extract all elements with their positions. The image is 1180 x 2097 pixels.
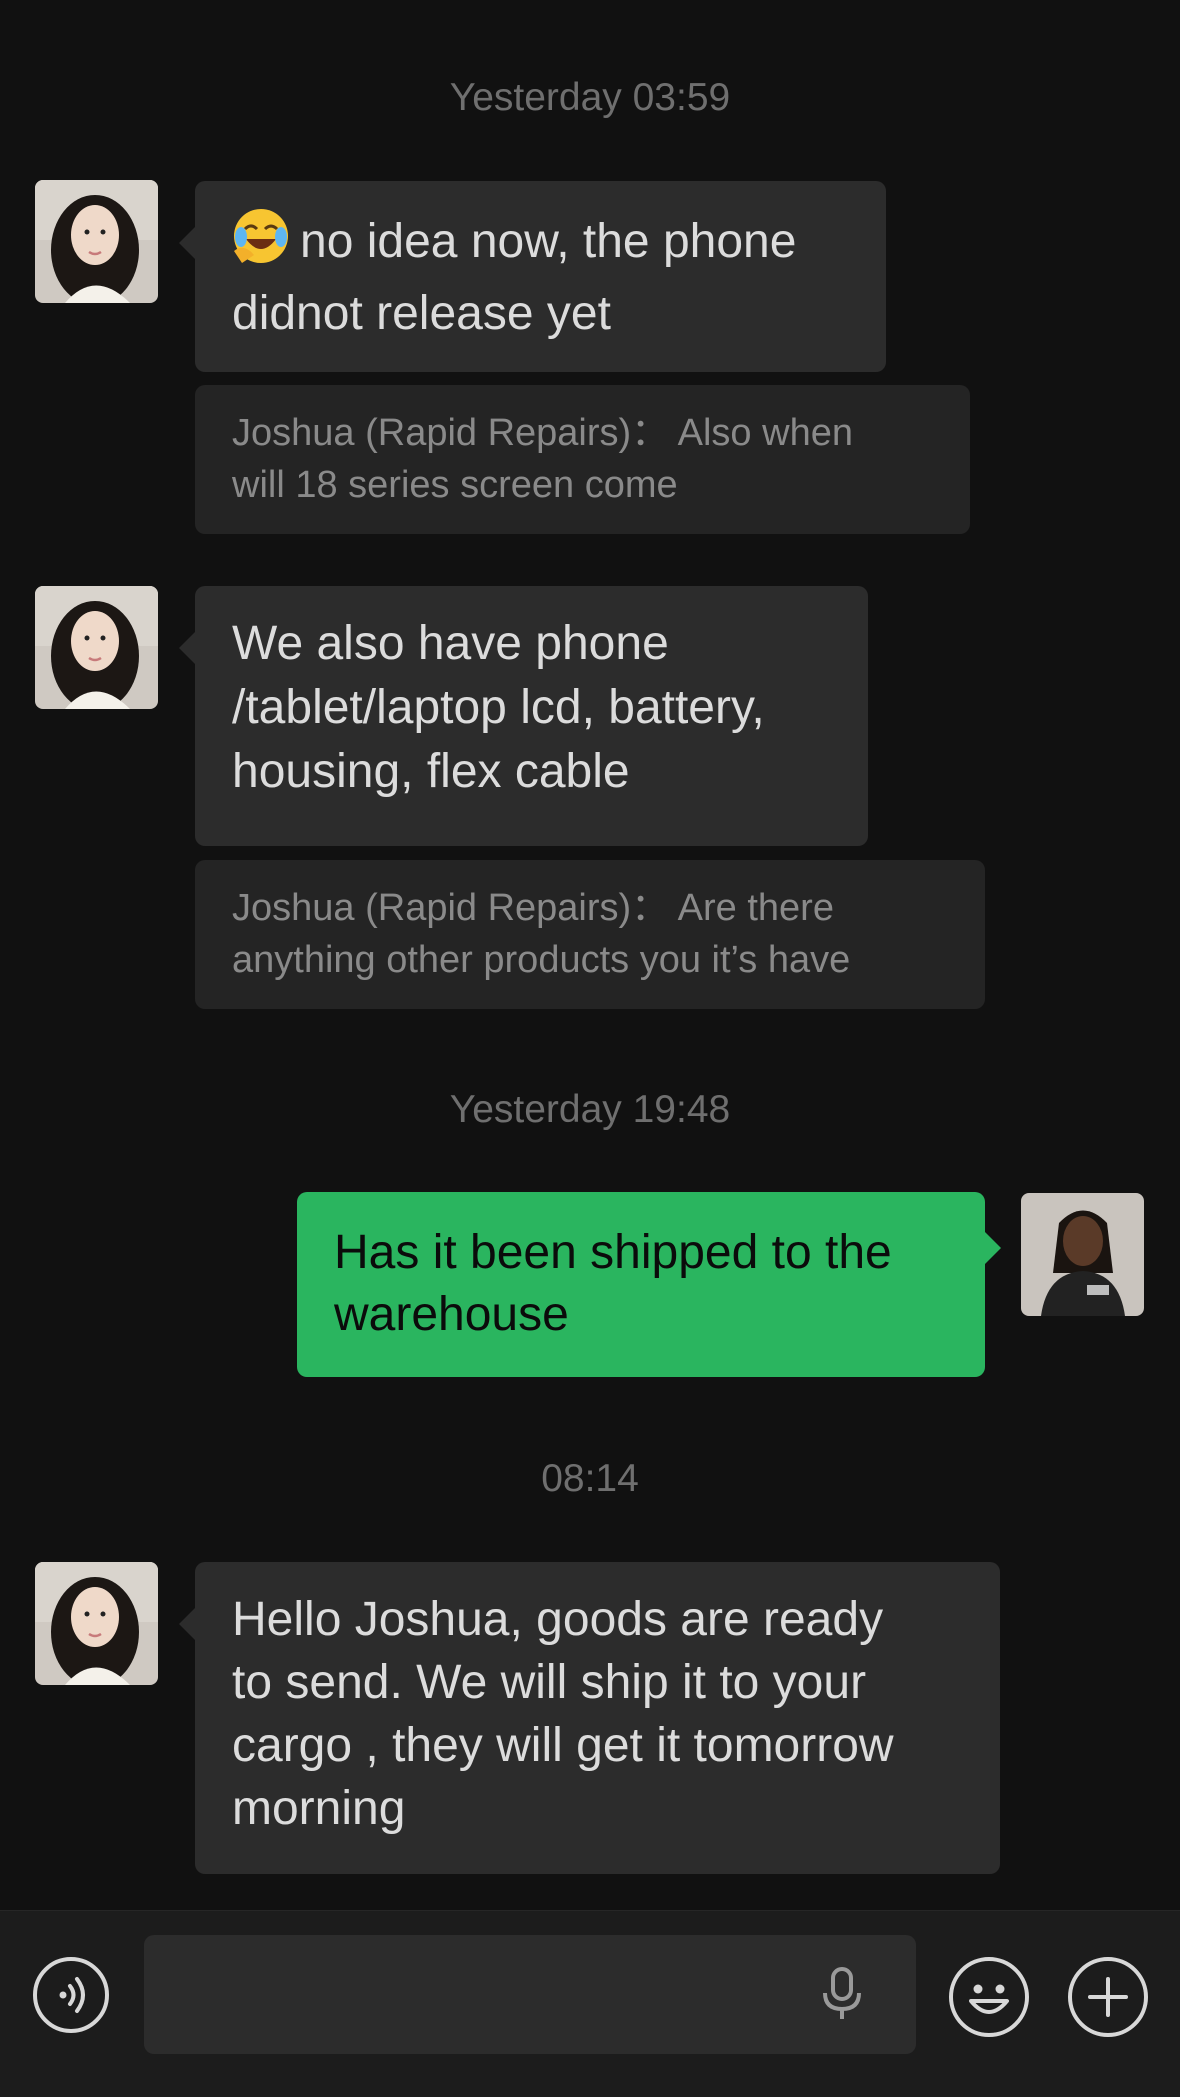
message-input[interactable] [144, 1935, 916, 2054]
message-text: didnot release yet [232, 287, 611, 340]
outgoing-message[interactable]: Has it been shipped to the warehouse [297, 1192, 1001, 1377]
contact-avatar[interactable] [35, 586, 158, 709]
message-text: no idea now, the phone [300, 215, 797, 268]
message-text: /tablet/laptop lcd, battery, [232, 681, 765, 734]
my-avatar[interactable] [1021, 1193, 1144, 1316]
input-bar [0, 1910, 1180, 2097]
incoming-message[interactable]: no idea now, the phone didnot release ye… [179, 181, 886, 372]
more-options-button[interactable] [1068, 1957, 1148, 2037]
message-text: Has it been shipped to the [334, 1226, 892, 1279]
message-text: warehouse [334, 1288, 569, 1341]
quote-text: anything other products you it’s have [232, 939, 851, 981]
quoted-reply[interactable]: Joshua (Rapid Repairs)： Are there anythi… [195, 860, 985, 1009]
contact-avatar[interactable] [35, 1562, 158, 1685]
quote-text: Joshua (Rapid Repairs)： Are there [232, 887, 834, 929]
message-text: housing, flex cable [232, 745, 630, 798]
timestamp: Yesterday 19:48 [449, 1088, 731, 1131]
microphone-icon[interactable] [820, 1967, 864, 2028]
laughing-crying-emoji-icon [232, 207, 290, 282]
timestamp: 08:14 [541, 1457, 639, 1500]
quoted-reply[interactable]: Joshua (Rapid Repairs)： Also when will 1… [195, 385, 970, 534]
quote-text: will 18 series screen come [232, 464, 678, 506]
message-text: Hello Joshua, goods are ready [232, 1593, 884, 1646]
emoji-button[interactable] [949, 1957, 1029, 2037]
message-text: cargo , they will get it tomorrow [232, 1719, 894, 1772]
voice-toggle-button[interactable] [33, 1957, 109, 2033]
contact-avatar[interactable] [35, 180, 158, 303]
message-text: to send. We will ship it to your [232, 1656, 867, 1709]
message-text: morning [232, 1782, 406, 1835]
incoming-message[interactable]: We also have phone /tablet/laptop lcd, b… [179, 586, 868, 846]
message-text: We also have phone [232, 617, 669, 670]
incoming-message[interactable]: Hello Joshua, goods are ready to send. W… [179, 1562, 1000, 1874]
quote-text: Joshua (Rapid Repairs)： Also when [232, 412, 853, 454]
timestamp: Yesterday 03:59 [449, 76, 731, 119]
